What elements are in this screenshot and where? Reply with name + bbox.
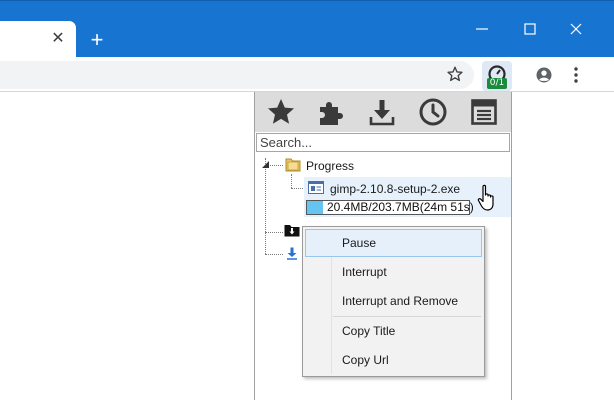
window-close-icon[interactable] — [564, 17, 588, 41]
maximize-icon[interactable] — [518, 17, 542, 41]
tree-connector — [265, 232, 283, 233]
tree-connector — [265, 158, 266, 254]
list-icon[interactable] — [469, 97, 499, 127]
menu-item-copy-url[interactable]: Copy Url — [305, 346, 482, 374]
download-progress-text: 20.4MB/203.7MB(24m 51s) — [327, 200, 474, 214]
profile-avatar-icon[interactable] — [535, 66, 553, 84]
menu-item-copy-title[interactable]: Copy Title — [305, 317, 482, 345]
extension-badge: 0/1 — [487, 78, 507, 89]
download-filename[interactable]: gimp-2.10.8-setup-2.exe — [330, 182, 460, 196]
menu-item-interrupt-and-remove[interactable]: Interrupt and Remove — [305, 287, 482, 315]
download-manager-extension-button[interactable]: 0/1 — [482, 61, 512, 91]
popup-toolbar — [255, 92, 511, 132]
download-folder-icon — [284, 225, 300, 237]
puzzle-icon[interactable] — [316, 97, 346, 127]
tree-connector — [265, 254, 283, 255]
star-icon[interactable] — [266, 97, 296, 127]
browser-menu-icon[interactable] — [570, 66, 582, 84]
bookmark-star-icon[interactable] — [446, 65, 464, 83]
search-input[interactable] — [256, 133, 510, 152]
folder-label[interactable]: Progress — [306, 159, 354, 173]
hand-cursor-icon — [477, 184, 494, 211]
collapse-arrow-icon[interactable] — [261, 160, 270, 169]
browser-toolbar — [0, 57, 614, 92]
download-progress-fill — [307, 201, 324, 214]
tree-connector — [291, 174, 292, 188]
tree-connector — [291, 188, 305, 189]
download-arrow-icon — [287, 247, 297, 260]
download-progress-bar: 20.4MB/203.7MB(24m 51s) — [306, 200, 474, 215]
file-icon — [308, 181, 324, 194]
download-icon[interactable] — [367, 97, 397, 127]
tab-close-icon[interactable]: ✕ — [49, 30, 67, 48]
menu-item-pause[interactable]: Pause — [305, 229, 482, 257]
folder-icon — [285, 158, 301, 172]
title-bar-edge — [0, 0, 614, 1]
new-tab-button[interactable]: + — [86, 29, 108, 51]
menu-item-interrupt[interactable]: Interrupt — [305, 258, 482, 286]
minimize-icon[interactable] — [470, 17, 494, 41]
clock-icon[interactable] — [418, 97, 448, 127]
context-menu: Pause Interrupt Interrupt and Remove Cop… — [302, 226, 485, 377]
address-bar[interactable] — [0, 61, 474, 89]
